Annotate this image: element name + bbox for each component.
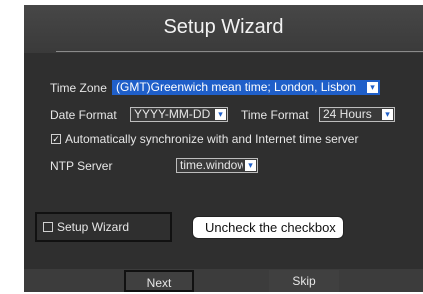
chevron-down-icon: ▾	[382, 109, 393, 120]
setup-wizard-label: Setup Wizard	[57, 220, 130, 234]
auto-sync-checkbox[interactable]: ✓	[51, 134, 61, 144]
ntp-server-label: NTP Server	[50, 159, 113, 173]
setup-wizard-group: Setup Wizard	[35, 212, 172, 242]
instruction-callout: Uncheck the checkbox	[192, 216, 344, 239]
time-zone-value: (GMT)Greenwich mean time; London, Lisbon	[116, 81, 357, 94]
date-format-label: Date Format	[50, 108, 117, 122]
chevron-down-icon: ▾	[215, 109, 226, 120]
footer-bar	[24, 269, 423, 292]
date-format-value: YYYY-MM-DD	[134, 108, 211, 121]
date-format-select[interactable]: YYYY-MM-DD ▾	[130, 107, 228, 122]
time-format-select[interactable]: 24 Hours ▾	[319, 107, 395, 122]
setup-wizard-dialog: Setup Wizard Time Zone (GMT)Greenwich me…	[24, 5, 423, 292]
time-format-value: 24 Hours	[323, 108, 372, 121]
auto-sync-label: Automatically synchronize with and Inter…	[65, 132, 359, 146]
skip-button[interactable]: Skip	[269, 270, 339, 292]
dialog-title: Setup Wizard	[163, 16, 284, 38]
setup-wizard-checkbox[interactable]	[43, 222, 53, 232]
chevron-down-icon: ▾	[245, 160, 256, 171]
time-zone-label: Time Zone	[50, 81, 107, 95]
chevron-down-icon: ▾	[367, 82, 378, 93]
time-zone-select[interactable]: (GMT)Greenwich mean time; London, Lisbon…	[112, 80, 380, 95]
time-format-label: Time Format	[241, 108, 309, 122]
title-bar: Setup Wizard	[24, 5, 423, 53]
ntp-server-value: time.windows.com	[180, 159, 243, 172]
next-button[interactable]: Next	[124, 270, 194, 292]
ntp-server-select[interactable]: time.windows.com ▾	[176, 158, 258, 173]
title-divider	[56, 51, 423, 52]
